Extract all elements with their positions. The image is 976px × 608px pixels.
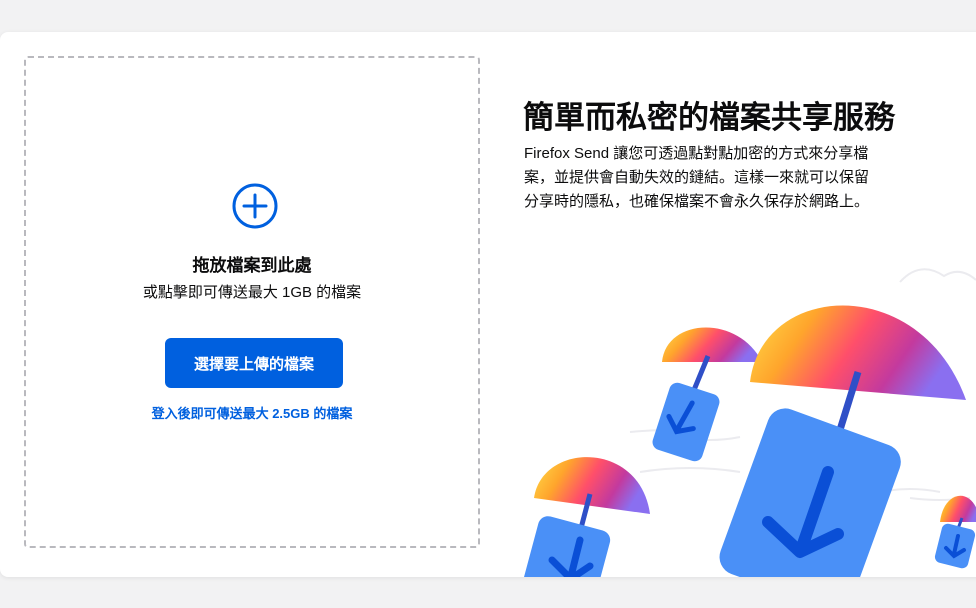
signin-link[interactable]: 登入後即可傳送最大 2.5GB 的檔案 [26,403,478,422]
drop-title: 拖放檔案到此處 [192,256,312,275]
parachute-small-top [652,327,762,462]
parachute-files-illustration [519,268,976,577]
intro-title: 簡單而私密的檔案共享服務 [523,100,895,135]
plus-circle-icon[interactable] [232,183,278,229]
parachute-tiny-right [934,495,976,569]
parachute-large [719,305,966,577]
file-drop-zone[interactable]: 拖放檔案到此處 或點擊即可傳送最大 1GB 的檔案 選擇要上傳的檔案 登入後即可… [24,56,480,548]
select-file-button[interactable]: 選擇要上傳的檔案 [165,338,343,388]
drop-subtitle: 或點擊即可傳送最大 1GB 的檔案 [142,284,362,301]
intro-description: Firefox Send 讓您可透過點對點加密的方式來分享檔案，並提供會自動失效… [524,145,870,210]
parachute-small-bottom [519,457,650,577]
upload-card: 拖放檔案到此處 或點擊即可傳送最大 1GB 的檔案 選擇要上傳的檔案 登入後即可… [0,32,976,577]
